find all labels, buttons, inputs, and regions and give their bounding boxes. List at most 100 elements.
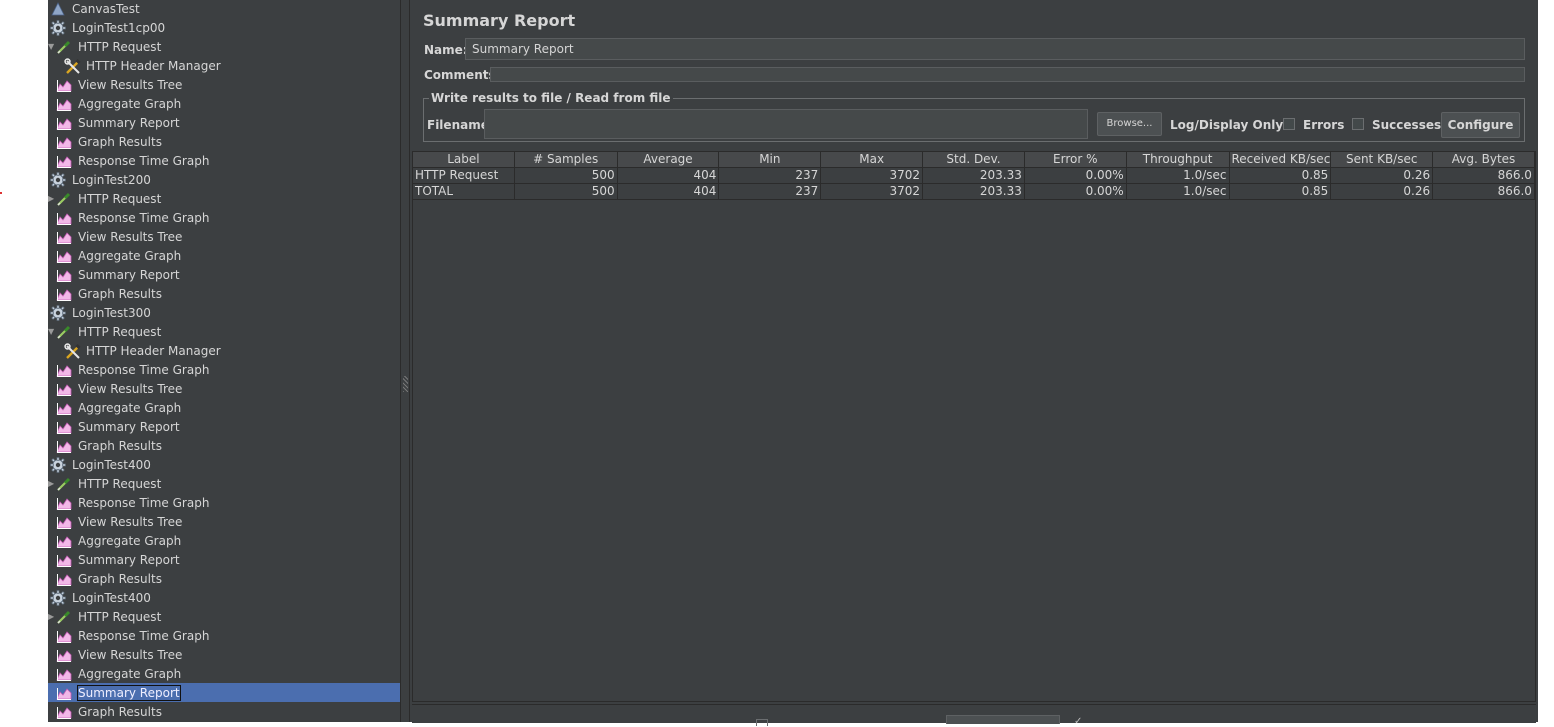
graph-icon [56, 514, 72, 530]
pipette-icon [56, 39, 72, 55]
table-cell: 3702 [821, 184, 924, 200]
column-header[interactable]: Error % [1024, 152, 1127, 168]
gear-icon [50, 456, 66, 473]
graph-icon [56, 552, 72, 568]
table-cell: TOTAL [413, 184, 515, 200]
table-cell: 203.33 [923, 184, 1025, 200]
table-cell: 866.0 [1433, 168, 1535, 184]
pipette-icon [56, 609, 72, 625]
tree-item[interactable]: Summary Report [48, 683, 400, 702]
tree-item[interactable]: Summary Report [48, 550, 400, 569]
test-plan-icon [50, 1, 66, 17]
tree-item[interactable]: Graph Results [48, 569, 400, 588]
tree-item-label: Summary Report [78, 419, 180, 434]
tree-item[interactable]: Graph Results [48, 284, 400, 303]
tree-item[interactable]: Graph Results [48, 132, 400, 151]
column-header[interactable]: Average [617, 152, 720, 168]
graph-icon [56, 533, 72, 549]
bottom-button[interactable] [946, 715, 1060, 724]
column-header[interactable]: Throughput [1126, 152, 1230, 168]
graph-icon [56, 134, 72, 150]
bottom-checkbox[interactable] [756, 719, 768, 726]
tree-item[interactable]: Response Time Graph [48, 151, 400, 170]
tree-item[interactable]: Graph Results [48, 702, 400, 721]
errors-checkbox[interactable] [1283, 118, 1295, 130]
tree-item[interactable]: Aggregate Graph [48, 246, 400, 265]
test-plan-tree[interactable]: CanvasTest LoginTest1cp00 ▼ HTTP Request HTT… [48, 0, 400, 722]
tree-item-label: HTTP Header Manager [86, 58, 221, 73]
tree-item[interactable]: ▼ HTTP Request [48, 37, 400, 56]
tree-item[interactable]: Response Time Graph [48, 626, 400, 645]
column-header[interactable]: Avg. Bytes [1433, 152, 1535, 168]
expand-toggle-icon[interactable]: ▶ [48, 607, 54, 626]
name-field[interactable]: Summary Report [465, 38, 1525, 60]
tree-item[interactable]: LoginTest300 [48, 303, 400, 322]
table-cell: 500 [514, 184, 618, 200]
tree-item[interactable]: Response Time Graph [48, 360, 400, 379]
wrench-screwdriver-icon [64, 57, 81, 74]
summary-report-panel: Summary Report Name: Summary Report Comm… [410, 0, 1538, 727]
tree-item[interactable]: View Results Tree [48, 512, 400, 531]
expand-toggle-icon[interactable]: ▶ [48, 474, 54, 493]
tree-item[interactable]: ▶ HTTP Request [48, 607, 400, 626]
graph-icon [56, 153, 72, 169]
tree-item[interactable]: Aggregate Graph [48, 664, 400, 683]
tree-item[interactable]: LoginTest200 [48, 170, 400, 189]
column-header[interactable]: Max [821, 152, 924, 168]
expand-toggle-icon[interactable]: ▼ [48, 37, 54, 56]
tree-item[interactable]: Summary Report [48, 265, 400, 284]
tree-item[interactable]: Summary Report [48, 113, 400, 132]
tree-item[interactable]: Response Time Graph [48, 208, 400, 227]
tree-item[interactable]: View Results Tree [48, 227, 400, 246]
tree-item[interactable]: ▶ HTTP Request [48, 189, 400, 208]
column-header[interactable]: Std. Dev. [923, 152, 1025, 168]
tree-item[interactable]: ▼ HTTP Request [48, 322, 400, 341]
splitter-grip-icon[interactable] [403, 376, 408, 392]
tree-item[interactable]: HTTP Header Manager [48, 56, 400, 75]
split-pane-divider[interactable] [400, 0, 410, 722]
tree-item[interactable]: Summary Report [48, 417, 400, 436]
tree-item-label: View Results Tree [78, 514, 183, 529]
tree-item[interactable]: LoginTest1cp00 [48, 18, 400, 37]
tree-item[interactable]: Aggregate Graph [48, 398, 400, 417]
tree-item[interactable]: View Results Tree [48, 379, 400, 398]
table-row[interactable]: TOTAL 500 404 237 3702 203.33 0.00% 1.0/sec 0.85… [413, 184, 1535, 200]
comments-field[interactable] [490, 67, 1525, 82]
column-header[interactable]: Received KB/sec [1229, 152, 1332, 168]
column-header[interactable]: Label [413, 152, 515, 168]
errors-label: Errors [1303, 118, 1345, 132]
expand-toggle-icon[interactable]: ▼ [48, 322, 54, 341]
column-header[interactable]: Min [719, 152, 822, 168]
tree-item[interactable]: Graph Results [48, 436, 400, 455]
configure-button[interactable]: Configure [1441, 112, 1520, 138]
tree-item-label: Summary Report [77, 684, 181, 701]
tree-item[interactable]: LoginTest400 [48, 455, 400, 474]
table-row[interactable]: HTTP Request 500 404 237 3702 203.33 0.00% 1.0/… [413, 168, 1535, 184]
filename-input[interactable] [484, 109, 1088, 139]
tree-item[interactable]: Aggregate Graph [48, 94, 400, 113]
browse-button[interactable]: Browse... [1097, 112, 1162, 136]
tree-item[interactable]: View Results Tree [48, 75, 400, 94]
table-cell: 0.26 [1331, 168, 1434, 184]
table-cell: HTTP Request [413, 168, 515, 184]
tree-item[interactable]: CanvasTest [48, 0, 400, 18]
tree-item-label: Graph Results [78, 134, 162, 149]
name-label: Name: [424, 43, 468, 57]
table-cell: 203.33 [923, 168, 1025, 184]
column-header[interactable]: Sent KB/sec [1331, 152, 1434, 168]
successes-checkbox[interactable] [1352, 118, 1364, 130]
tree-item[interactable]: Response Time Graph [48, 493, 400, 512]
column-header[interactable]: # Samples [514, 152, 618, 168]
tree-item[interactable]: ▶ HTTP Request [48, 474, 400, 493]
tree-item[interactable]: Aggregate Graph [48, 531, 400, 550]
tree-item[interactable]: HTTP Header Manager [48, 341, 400, 360]
graph-icon [56, 419, 72, 435]
tree-item[interactable]: View Results Tree [48, 645, 400, 664]
table-cell: 0.00% [1024, 184, 1127, 200]
write-results-group: Write results to file / Read from file F… [423, 91, 1525, 142]
table-header: Label # Samples Average Min Max Std. Dev. Erro… [413, 152, 1535, 168]
graph-icon [56, 571, 72, 587]
expand-toggle-icon[interactable]: ▶ [48, 189, 54, 208]
tree-item[interactable]: LoginTest400 [48, 588, 400, 607]
graph-icon [56, 438, 72, 454]
